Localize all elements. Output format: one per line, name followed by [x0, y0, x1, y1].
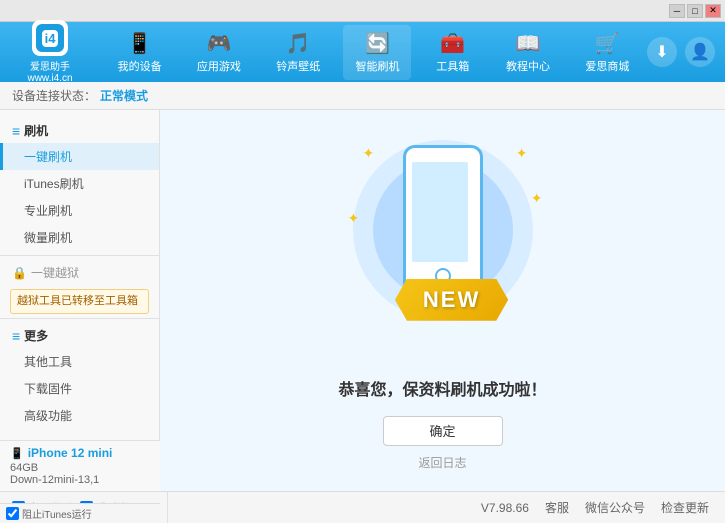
sidebar-divider-1 — [0, 255, 159, 256]
middle-section: ≡ 刷机 一键刷机 iTunes刷机 专业刷机 微量刷机 � — [0, 110, 725, 491]
sparkle-4: ✦ — [531, 190, 543, 207]
confirm-button[interactable]: 确定 — [383, 416, 503, 446]
logo-text: 爱思助手 — [30, 58, 70, 73]
sidebar-section-more: ≡ 更多 — [0, 323, 159, 348]
nav-my-device[interactable]: 📱 我的设备 — [106, 25, 174, 80]
device-firmware: Down-12mini-13,1 — [10, 474, 150, 486]
bottom-right-section: V7.98.66 客服 微信公众号 检查更新 — [168, 499, 717, 516]
tutorial-label: 教程中心 — [506, 58, 550, 74]
sidebar-item-itunes[interactable]: iTunes刷机 — [0, 170, 159, 197]
wechat-link[interactable]: 微信公众号 — [585, 499, 645, 516]
logo-icon: i4 — [32, 20, 68, 56]
lock-icon: 🔒 — [12, 266, 27, 280]
nav-smart-flash[interactable]: 🔄 智能刷机 — [343, 25, 411, 80]
my-device-icon: 📱 — [127, 31, 152, 56]
device-name: iPhone 12 mini — [28, 446, 113, 460]
phone-body — [403, 145, 483, 295]
more-section-icon: ≡ — [12, 328, 20, 344]
status-label: 设备连接状态： — [12, 87, 96, 104]
app-game-label: 应用游戏 — [197, 58, 241, 74]
itunes-status-bar: 阻止iTunes运行 — [0, 503, 160, 523]
sparkle-1: ✦ — [363, 145, 375, 162]
title-bar-controls: ─ □ ✕ — [669, 4, 721, 18]
status-value: 正常模式 — [100, 87, 148, 104]
sidebar-section-flash: ≡ 刷机 — [0, 118, 159, 143]
sidebar-item-pro[interactable]: 专业刷机 — [0, 197, 159, 224]
nav-toolbox[interactable]: 🧰 工具箱 — [423, 25, 483, 80]
app-game-icon: 🎮 — [206, 31, 231, 56]
sidebar-item-onekey[interactable]: 一键刷机 — [0, 143, 159, 170]
nav-bar: i4 爱思助手 www.i4.cn 📱 我的设备 🎮 应用游戏 🎵 铃声壁纸 🔄… — [0, 22, 725, 82]
status-bar: 设备连接状态： 正常模式 — [0, 82, 725, 110]
shop-label: 爱思商城 — [585, 58, 629, 74]
sidebar-section-more-label: 更多 — [24, 327, 48, 344]
shop-icon: 🛒 — [595, 31, 620, 56]
phone-screen — [412, 162, 468, 262]
flash-section-icon: ≡ — [12, 123, 20, 139]
maximize-button[interactable]: □ — [687, 4, 703, 18]
sidebar-divider-2 — [0, 318, 159, 319]
sparkle-3: ✦ — [348, 210, 360, 227]
new-ribbon: NEW — [395, 279, 508, 321]
device-info-panel: 📱 iPhone 12 mini 64GB Down-12mini-13,1 — [0, 440, 160, 491]
sidebar-item-advanced[interactable]: 高级功能 — [0, 402, 159, 429]
main-content: ✦ ✦ ✦ ✦ NEW 恭喜您，保资料刷机成功啦！ 确定 返回日志 — [160, 110, 725, 491]
sidebar-disabled-jailbreak: 🔒 一键越狱 — [0, 260, 159, 285]
my-device-label: 我的设备 — [118, 58, 162, 74]
nav-app-game[interactable]: 🎮 应用游戏 — [185, 25, 253, 80]
sidebar-item-other[interactable]: 其他工具 — [0, 348, 159, 375]
logo: i4 爱思助手 www.i4.cn — [10, 20, 90, 84]
title-bar: ─ □ ✕ — [0, 0, 725, 22]
user-button[interactable]: 👤 — [685, 37, 715, 67]
sidebar-item-brush[interactable]: 微量刷机 — [0, 224, 159, 251]
device-storage: 64GB — [10, 462, 150, 474]
success-text: 恭喜您，保资料刷机成功啦！ — [338, 376, 546, 400]
nav-tutorial[interactable]: 📖 教程中心 — [494, 25, 562, 80]
sidebar-item-download[interactable]: 下载固件 — [0, 375, 159, 402]
minimize-button[interactable]: ─ — [669, 4, 685, 18]
nav-right: ⬇ 👤 — [647, 37, 715, 67]
version-text: V7.98.66 — [481, 501, 529, 515]
device-phone-icon: 📱 — [10, 447, 24, 460]
sparkle-2: ✦ — [516, 145, 528, 162]
itunes-status-text: 阻止iTunes运行 — [22, 506, 92, 521]
ringtone-icon: 🎵 — [286, 31, 311, 56]
itunes-checkbox[interactable] — [6, 507, 19, 520]
service-link[interactable]: 客服 — [545, 499, 569, 516]
sidebar-scroll: ≡ 刷机 一键刷机 iTunes刷机 专业刷机 微量刷机 � — [0, 110, 159, 491]
sidebar-section-flash-label: 刷机 — [24, 122, 48, 139]
phone-illustration: ✦ ✦ ✦ ✦ NEW — [333, 130, 553, 356]
download-button[interactable]: ⬇ — [647, 37, 677, 67]
toolbox-label: 工具箱 — [436, 58, 469, 74]
update-link[interactable]: 检查更新 — [661, 499, 709, 516]
smart-flash-icon: 🔄 — [365, 31, 390, 56]
ringtone-label: 铃声壁纸 — [276, 58, 320, 74]
close-button[interactable]: ✕ — [705, 4, 721, 18]
sidebar: ≡ 刷机 一键刷机 iTunes刷机 专业刷机 微量刷机 � — [0, 110, 160, 491]
smart-flash-label: 智能刷机 — [355, 58, 399, 74]
nav-shop[interactable]: 🛒 爱思商城 — [573, 25, 641, 80]
toolbox-icon: 🧰 — [440, 31, 465, 56]
back-link[interactable]: 返回日志 — [418, 454, 466, 471]
logo-letter: i4 — [36, 24, 64, 52]
nav-ringtone[interactable]: 🎵 铃声壁纸 — [264, 25, 332, 80]
tutorial-icon: 📖 — [516, 31, 541, 56]
nav-items: 📱 我的设备 🎮 应用游戏 🎵 铃声壁纸 🔄 智能刷机 🧰 工具箱 📖 — [100, 25, 647, 80]
sidebar-warning-box: 越狱工具已转移至工具箱 — [10, 289, 149, 314]
